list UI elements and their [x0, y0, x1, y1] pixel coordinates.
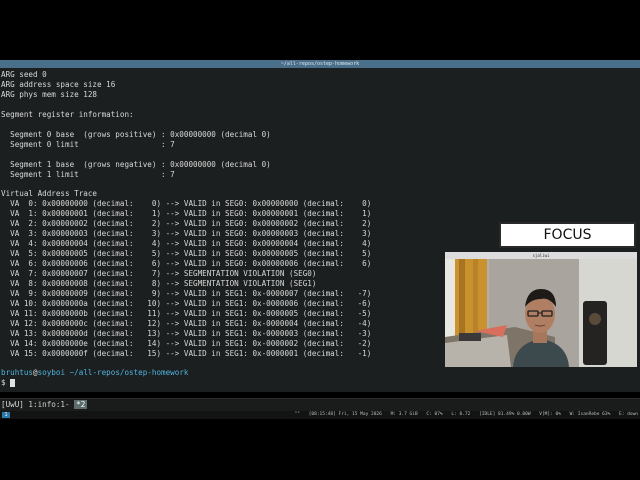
- system-status-bar: 1 "" [08:15:48] Fri, 15 May 2026 M: 3.7 …: [0, 411, 640, 419]
- terminal-line: VA 5: 0x00000005 (decimal: 5) --> VALID …: [1, 249, 372, 259]
- chair: [583, 301, 607, 365]
- terminal-line: ARG phys mem size 128: [1, 89, 98, 99]
- terminal-line: Segment register information:: [1, 109, 134, 119]
- prompt-symbol: $: [1, 378, 11, 387]
- terminal-line: VA 1: 0x00000001 (decimal: 1) --> VALID …: [1, 209, 372, 219]
- terminal-output: ARG seed 0 ARG address space size 16 ARG p…: [1, 70, 371, 359]
- status-memory: M: 3.7 GiB: [390, 412, 418, 417]
- status-ethernet: E: down: [619, 412, 638, 417]
- status-items: "" [08:15:48] Fri, 15 May 2026 M: 3.7 Gi…: [289, 411, 638, 419]
- workspace-indicator[interactable]: 1: [2, 412, 10, 418]
- terminal-line: VA 6: 0x00000006 (decimal: 6) --> VALID …: [1, 259, 372, 269]
- terminal-line: ARG seed 0: [1, 70, 47, 79]
- terminal-line: Segment 0 limit : 7: [1, 139, 175, 149]
- terminal-line: VA 2: 0x00000002 (decimal: 2) --> VALID …: [1, 219, 372, 229]
- webcam-image: [445, 259, 637, 367]
- terminal-line: VA 3: 0x00000003 (decimal: 3) --> VALID …: [1, 229, 372, 239]
- window-title: ~/all-repos/ostep-homework: [280, 61, 360, 67]
- terminal-line: VA 11: 0x0000000b (decimal: 11) --> VALI…: [1, 308, 372, 318]
- window-titlebar[interactable]: ~/all-repos/ostep-homework: [0, 60, 640, 68]
- terminal-line: Virtual Address Trace: [1, 189, 98, 199]
- terminal-line: VA 12: 0x0000000c (decimal: 12) --> VALI…: [1, 318, 372, 328]
- terminal-line: VA 10: 0x0000000a (decimal: 10) --> VALI…: [1, 298, 372, 308]
- tmux-window-tab[interactable]: 1:info:1-: [24, 400, 74, 409]
- status-datetime: [08:15:48] Fri, 15 May 2026: [308, 412, 382, 417]
- terminal-line: VA 13: 0x0000000d (decimal: 13) --> VALI…: [1, 328, 372, 338]
- status-cpu: C: 07%: [426, 412, 443, 417]
- status-wifi: W: IsanRebe 63%: [569, 412, 611, 417]
- status-item: "": [294, 412, 300, 417]
- shell-prompt: bruhtus@soyboi ~/all-repos/ostep-homewor…: [1, 368, 188, 378]
- webcam-title-text: sjaliwi: [532, 253, 550, 258]
- prompt-path: ~/all-repos/ostep-homework: [65, 368, 189, 377]
- command-line[interactable]: $: [1, 378, 16, 388]
- webcam-feed: [445, 259, 637, 367]
- tmux-status-bar: [UwU] 1:info:1- *2: [0, 398, 640, 411]
- status-battery: [IDLE] 81.49% 0.00W: [479, 412, 531, 417]
- terminal-line: VA 0: 0x00000000 (decimal: 0) --> VALID …: [1, 199, 372, 209]
- prompt-user: bruhtus: [1, 368, 34, 377]
- status-volume: V[M]: 0%: [539, 412, 561, 417]
- status-load: L: 0.72: [451, 412, 471, 417]
- text-cursor: [10, 379, 16, 387]
- terminal-line: VA 7: 0x00000007 (decimal: 7) --> SEGMEN…: [1, 269, 317, 279]
- tmux-session-name: [UwU]: [1, 400, 24, 409]
- tmux-active-window-badge[interactable]: *2: [74, 400, 88, 409]
- focus-overlay: FOCUS: [499, 222, 636, 248]
- terminal-line: VA 4: 0x00000004 (decimal: 4) --> VALID …: [1, 239, 372, 249]
- terminal-line: Segment 1 limit : 7: [1, 169, 175, 179]
- terminal-line: Segment 0 base (grows positive) : 0x0000…: [1, 129, 271, 139]
- webcam-window-title[interactable]: sjaliwi: [445, 252, 637, 259]
- prompt-host: soyboi: [37, 368, 66, 377]
- terminal-line: VA 14: 0x0000000e (decimal: 14) --> VALI…: [1, 338, 372, 348]
- terminal-line: VA 15: 0x0000000f (decimal: 15) --> VALI…: [1, 348, 372, 358]
- focus-label: FOCUS: [543, 227, 592, 243]
- terminal-line: ARG address space size 16: [1, 79, 116, 89]
- pillow: [459, 333, 481, 341]
- terminal-line: Segment 1 base (grows negative) : 0x0000…: [1, 159, 271, 169]
- terminal-line: VA 8: 0x00000008 (decimal: 8) --> SEGMEN…: [1, 279, 317, 289]
- terminal-line: VA 9: 0x00000009 (decimal: 9) --> VALID …: [1, 288, 372, 298]
